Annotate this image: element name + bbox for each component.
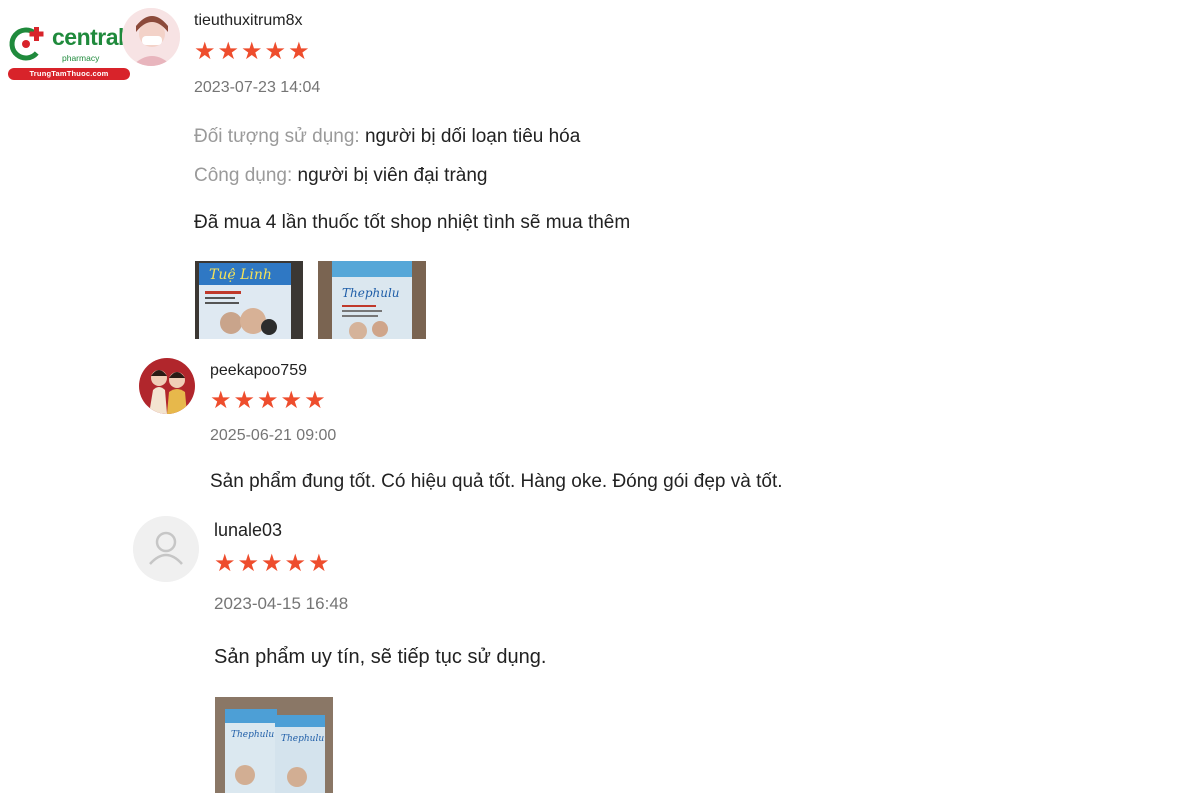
star-rating: ★ ★ ★ ★ ★: [194, 40, 310, 64]
review-comment: Đã mua 4 lần thuốc tốt shop nhiệt tình s…: [194, 212, 631, 233]
photo-label: Tuệ Linh: [209, 267, 272, 283]
review-date: 2023-07-23 14:04: [194, 79, 321, 96]
star-icon: ★: [308, 550, 330, 577]
star-icon: ★: [233, 387, 256, 414]
star-icon: ★: [284, 550, 307, 577]
avatar[interactable]: [133, 516, 199, 582]
review-date: 2023-04-15 16:48: [214, 594, 349, 613]
attribute-label: Đối tượng sử dụng:: [194, 126, 360, 147]
user-avatar-image: [122, 8, 180, 66]
review-comment: Sản phẩm đung tốt. Có hiệu quả tốt. Hàng…: [210, 471, 783, 492]
product-box-image: Thephulu Thephulu: [215, 697, 333, 793]
default-user-icon: [133, 516, 199, 582]
star-rating: ★ ★ ★ ★ ★: [214, 552, 330, 576]
review-photo[interactable]: Thephulu: [318, 261, 426, 339]
star-icon: ★: [217, 38, 240, 65]
photo-label: Thephulu: [342, 286, 400, 300]
star-icon: ★: [194, 38, 216, 65]
star-icon: ★: [288, 38, 310, 65]
review-attribute-usage: Công dụng: người bị viên đại tràng: [194, 165, 488, 187]
star-icon: ★: [241, 38, 263, 65]
star-icon: ★: [257, 387, 279, 414]
avatar[interactable]: [139, 358, 195, 414]
star-rating: ★ ★ ★ ★ ★: [210, 389, 326, 413]
star-icon: ★: [264, 38, 287, 65]
photo-label: Thephulu: [281, 734, 324, 744]
product-box-image: Thephulu: [318, 261, 426, 339]
photo-label: Thephulu: [231, 730, 274, 740]
avatar[interactable]: [122, 8, 180, 66]
star-icon: ★: [210, 387, 232, 414]
star-icon: ★: [280, 387, 303, 414]
star-icon: ★: [214, 550, 236, 577]
logo-site-url: TrungTamThuoc.com: [8, 68, 130, 80]
star-icon: ★: [304, 387, 326, 414]
review-comment: Sản phẩm uy tín, sẽ tiếp tục sử dụng.: [214, 646, 547, 668]
review-attribute-target: Đối tượng sử dụng: người bị dối loạn tiê…: [194, 126, 580, 148]
central-pharmacy-logo[interactable]: central pharmacy TrungTamThuoc.com: [6, 22, 130, 82]
attribute-value: người bị viên đại tràng: [297, 165, 488, 186]
logo-mark-icon: [9, 27, 44, 61]
review-username[interactable]: lunale03: [214, 520, 282, 541]
attribute-value: người bị dối loạn tiêu hóa: [364, 126, 581, 147]
star-icon: ★: [261, 550, 283, 577]
review-photo[interactable]: Thephulu Thephulu: [215, 697, 333, 793]
star-icon: ★: [237, 550, 260, 577]
review-username[interactable]: tieuthuxitrum8x: [194, 12, 303, 30]
logo-tagline: pharmacy: [62, 53, 100, 63]
review-photo[interactable]: Tuệ Linh: [195, 261, 303, 339]
logo-wordmark: central: [52, 24, 124, 50]
user-avatar-image: [139, 358, 195, 414]
review-date: 2025-06-21 09:00: [210, 427, 337, 444]
product-box-image: Tuệ Linh: [195, 261, 303, 339]
attribute-label: Công dụng:: [194, 165, 293, 186]
review-username[interactable]: peekapoo759: [210, 362, 307, 380]
